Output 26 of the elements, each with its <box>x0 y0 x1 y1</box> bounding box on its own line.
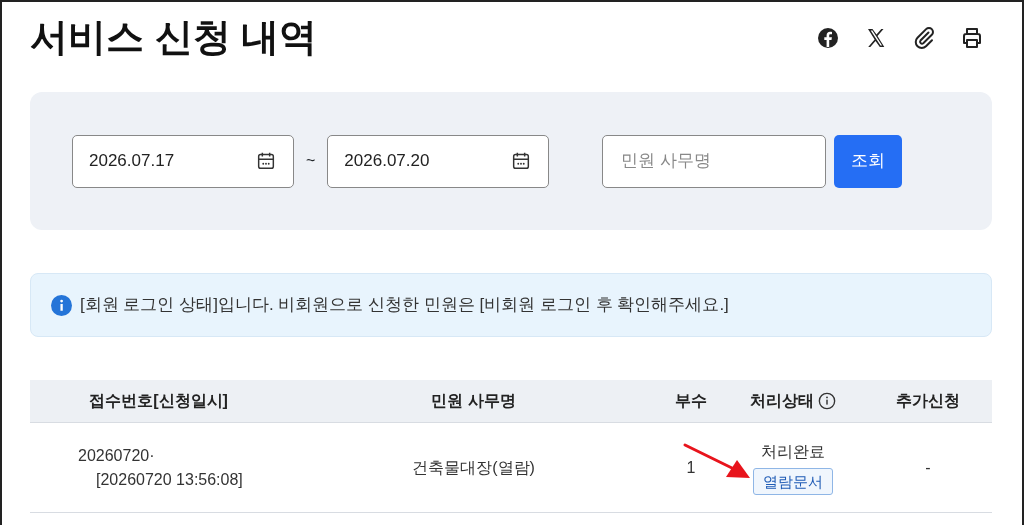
pointer-arrow <box>683 443 750 478</box>
info-icon[interactable] <box>818 392 836 410</box>
facebook-icon[interactable] <box>816 26 840 50</box>
column-header: 부수 <box>675 391 707 411</box>
date-field[interactable]: 2026.07.17 <box>72 134 294 188</box>
receipt-number: 20260720· <box>78 445 156 466</box>
column-header: 민원 사무명 <box>431 391 516 411</box>
page-title: 서비스 신청 내역 <box>30 18 318 56</box>
info-icon <box>51 294 72 316</box>
paperclip-icon[interactable] <box>912 26 936 50</box>
calendar-icon[interactable] <box>255 150 277 172</box>
date-field[interactable]: 2026.07.20 <box>327 134 550 188</box>
view-document-button[interactable]: 열람문서 <box>753 467 833 496</box>
column-header: 추가신청 <box>896 391 960 411</box>
request-datetime: [20260720 13:56:08] <box>95 469 244 490</box>
status-text: 처리완료 <box>761 441 825 462</box>
range-separator: ~ <box>305 151 317 171</box>
table-cell: 1 <box>686 458 696 476</box>
column-header: 접수번호[신청일시] <box>89 391 228 411</box>
notice-text: [회원 로그인 상태]입니다. 비회원으로 신청한 민원은 [비회원 로그인 후 확인해주세요.] <box>80 294 729 317</box>
keyword-field[interactable]: 민원 사무명 <box>602 134 826 188</box>
table-cell: 건축물대장(열람) <box>412 458 535 476</box>
table-cell: - <box>925 458 931 476</box>
search-button[interactable]: 조회 <box>834 134 902 188</box>
print-icon[interactable] <box>960 26 984 50</box>
column-header: 처리상태 <box>750 391 814 411</box>
